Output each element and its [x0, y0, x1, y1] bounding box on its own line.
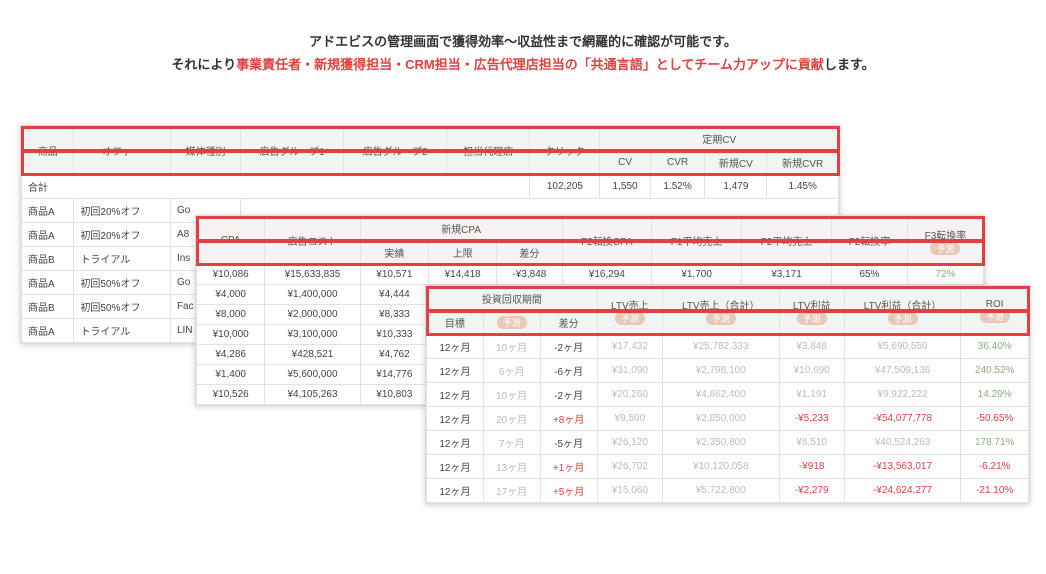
table-row: 12ヶ月6ヶ月-6ヶ月¥31,090¥2,798,100¥10,690¥47,5… — [427, 359, 1029, 383]
ltv-table: 投資回収期間 LTV売上予測 LTV売上（合計）予測 LTV利益予測 LTV利益… — [426, 286, 1029, 503]
col-period: 投資回収期間 — [427, 287, 598, 311]
ltv-table-panel: 投資回収期間 LTV売上予測 LTV売上（合計）予測 LTV利益予測 LTV利益… — [425, 285, 1030, 504]
col-f2rate: F2転換率 — [831, 217, 907, 265]
col-ltvpg: LTV利益（合計）予測 — [844, 287, 961, 335]
col-media: 媒体種別 — [170, 127, 240, 175]
col-offer: オファー — [74, 127, 171, 175]
col-ltvsg: LTV売上（合計）予測 — [662, 287, 779, 335]
col-adgroup1: 広告グループ1 — [241, 127, 344, 175]
page-heading: アドエビスの管理画面で獲得効率～収益性まで網羅的に確認が可能です。 それにより事… — [0, 30, 1046, 77]
table-row: 12ヶ月17ヶ月+5ヶ月¥15,060¥5,722,800-¥2,279-¥24… — [427, 479, 1029, 503]
col-cost: 広告コスト — [265, 217, 360, 265]
col-newcpa: 新規CPA — [360, 217, 562, 241]
sub-jisseki: 実績 — [360, 241, 428, 265]
table-row: 12ヶ月20ヶ月+8ヶ月¥9,500¥2,850,000-¥5,233-¥54,… — [427, 407, 1029, 431]
col-agency: 担当代理店 — [447, 127, 530, 175]
heading-line1: アドエビスの管理画面で獲得効率～収益性まで網羅的に確認が可能です。 — [0, 30, 1046, 53]
total-label: 合計 — [22, 175, 530, 199]
col-product: 商品 — [22, 127, 74, 175]
sub-cv: CV — [600, 151, 650, 175]
col-f2avg: F2平均売上 — [742, 217, 832, 265]
col-f3rate: F3転換率予測 — [907, 217, 983, 265]
heading-line2: それにより事業責任者・新規獲得担当・CRM担当・広告代理店担当の「共通言語」とし… — [0, 53, 1046, 76]
table-row: 12ヶ月7ヶ月-5ヶ月¥26,120¥2,350,800¥8,510¥40,52… — [427, 431, 1029, 455]
total-row: 合計 102,205 1,550 1.52% 1,479 1.45% — [22, 175, 839, 199]
col-adgroup2: 広告グループ2 — [344, 127, 447, 175]
col-f2cpa: F2転換CPA — [562, 217, 652, 265]
forecast-badge: 予測 — [930, 242, 960, 255]
sub-goal: 目標 — [427, 311, 484, 335]
header-row: 商品 オファー 媒体種別 広告グループ1 広告グループ2 担当代理店 クリック … — [22, 127, 839, 151]
table-row: 12ヶ月10ヶ月-2ヶ月¥20,260¥4,862,400¥1,191¥9,92… — [427, 383, 1029, 407]
header-row: CPA 広告コスト 新規CPA F2転換CPA F1平均売上 F2平均売上 F2… — [197, 217, 984, 241]
table-row: 12ヶ月13ヶ月+1ヶ月¥26,702¥10,120,058-¥918-¥13,… — [427, 455, 1029, 479]
sub-diff: 差分 — [540, 311, 597, 335]
sub-forecast: 予測 — [483, 311, 540, 335]
col-teiki-cv: 定期CV — [600, 127, 839, 151]
table-row: 12ヶ月10ヶ月-2ヶ月¥17,432¥25,782,333¥3,848¥5,6… — [427, 335, 1029, 359]
table-row: ¥10,086¥15,633,835¥10,571¥14,418-¥3,848¥… — [197, 265, 984, 285]
sub-sabun: 差分 — [497, 241, 562, 265]
col-f1avg: F1平均売上 — [652, 217, 742, 265]
col-ltvs: LTV売上予測 — [597, 287, 662, 335]
header-row: 投資回収期間 LTV売上予測 LTV売上（合計）予測 LTV利益予測 LTV利益… — [427, 287, 1029, 311]
sub-jougen: 上限 — [429, 241, 497, 265]
col-roi: ROI予測 — [961, 287, 1029, 335]
col-ltvp: LTV利益予測 — [779, 287, 844, 335]
sub-ncvr: 新規CVR — [767, 151, 839, 175]
sub-cvr: CVR — [650, 151, 705, 175]
col-cpa: CPA — [197, 217, 265, 265]
sub-ncv: 新規CV — [705, 151, 767, 175]
col-click: クリック — [530, 127, 600, 175]
